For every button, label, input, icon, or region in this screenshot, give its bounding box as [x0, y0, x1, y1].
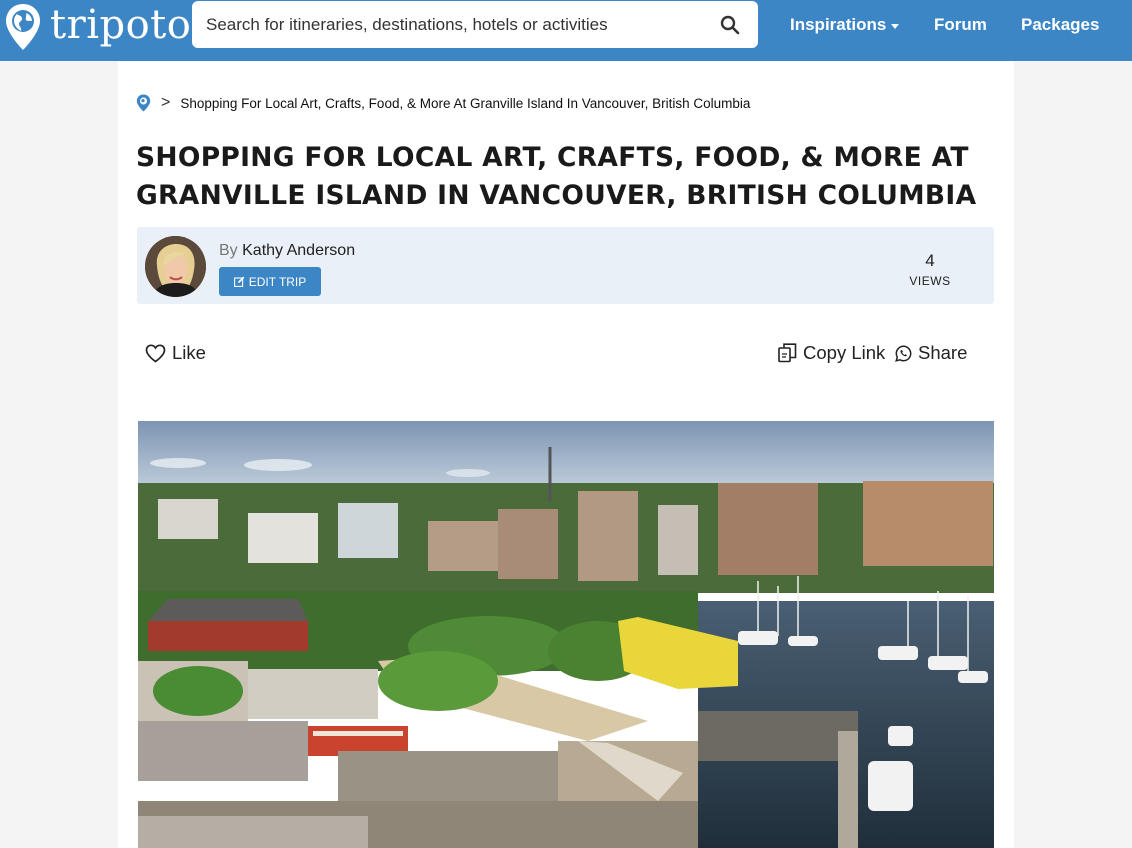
share-label: Share [918, 342, 968, 363]
whatsapp-icon [895, 345, 912, 362]
author-byline: By Kathy Anderson [219, 242, 355, 260]
avatar-image [145, 236, 206, 297]
nav-forum-label: Forum [934, 15, 987, 34]
nav-forum[interactable]: Forum [934, 15, 987, 35]
copy-link-label: Copy Link [803, 342, 886, 363]
page-title: SHOPPING FOR LOCAL ART, CRAFTS, FOOD, & … [136, 139, 996, 215]
top-navigation-bar: tripoto Inspirations Forum Packages [0, 0, 1132, 61]
title-line-1: SHOPPING FOR LOCAL ART, CRAFTS, FOOD, & … [136, 142, 969, 173]
author-name[interactable]: Kathy Anderson [242, 242, 355, 259]
edit-icon [233, 276, 245, 287]
views-label: VIEWS [909, 274, 951, 288]
by-label: By [219, 242, 238, 259]
views-count: 4 [925, 251, 935, 270]
search-icon [720, 15, 740, 34]
nav-packages[interactable]: Packages [1021, 15, 1099, 35]
share-button[interactable]: Share [895, 342, 967, 364]
search-input[interactable] [192, 1, 708, 48]
nav-inspirations-label: Inspirations [790, 15, 887, 34]
map-pin-globe-icon [6, 4, 40, 50]
title-line-2: GRANVILLE ISLAND IN VANCOUVER, BRITISH C… [136, 180, 977, 211]
copy-link-button[interactable]: Copy Link [778, 342, 885, 364]
chevron-down-icon [891, 23, 900, 29]
hero-image [138, 421, 994, 848]
like-label: Like [172, 342, 206, 363]
heart-icon [145, 343, 166, 363]
breadcrumb: > Shopping For Local Art, Crafts, Food, … [136, 94, 750, 112]
breadcrumb-separator: > [161, 94, 171, 111]
copy-icon [778, 343, 797, 363]
search-bar [192, 1, 758, 48]
search-button[interactable] [708, 3, 752, 47]
edit-trip-label: EDIT TRIP [248, 274, 307, 289]
granville-island-photo [138, 421, 994, 848]
nav-inspirations[interactable]: Inspirations [790, 15, 900, 35]
edit-trip-button[interactable]: EDIT TRIP [219, 267, 321, 296]
avatar[interactable] [145, 236, 206, 297]
logo-text: tripoto [50, 2, 192, 48]
tripoto-logo[interactable]: tripoto [4, 2, 192, 51]
nav-packages-label: Packages [1021, 15, 1100, 34]
breadcrumb-current: Shopping For Local Art, Crafts, Food, & … [180, 95, 751, 111]
like-button[interactable]: Like [145, 342, 206, 364]
home-pin-icon[interactable] [136, 94, 151, 112]
